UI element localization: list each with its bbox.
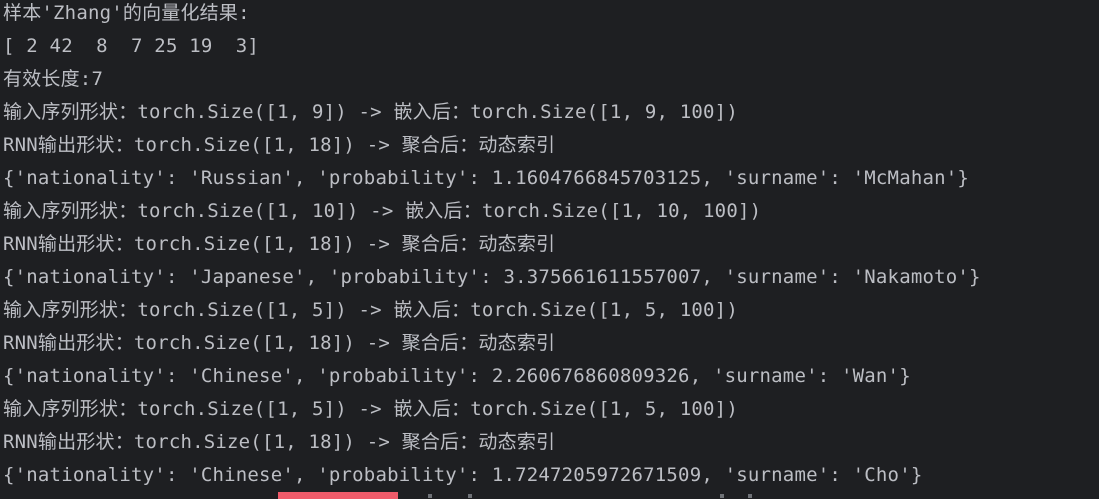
- console-line-prediction: {'nationality': 'Japanese', 'probability…: [3, 266, 981, 288]
- console-line-prediction: {'nationality': 'Russian', 'probability'…: [3, 167, 970, 189]
- console-line-prediction: {'nationality': 'Chinese', 'probability'…: [3, 365, 911, 387]
- console-line-valid-length: 有效长度:7: [3, 68, 104, 90]
- console-line-vector-array: [ 2 42 8 7 25 19 3]: [3, 35, 260, 57]
- console-line-input-shape: 输入序列形状：torch.Size([1, 10]) -> 嵌入后：torch.…: [3, 200, 762, 222]
- console-line-prediction: {'nationality': 'Chinese', 'probability'…: [3, 464, 923, 486]
- console-line-rnn-shape: RNN输出形状：torch.Size([1, 18]) -> 聚合后：动态索引: [3, 332, 556, 354]
- console-line-input-shape: 输入序列形状：torch.Size([1, 5]) -> 嵌入后：torch.S…: [3, 299, 738, 321]
- console-line-rnn-shape: RNN输出形状：torch.Size([1, 18]) -> 聚合后：动态索引: [3, 233, 556, 255]
- console-line-vectorized-title: 样本'Zhang'的向量化结果:: [3, 2, 250, 24]
- console-line-input-shape: 输入序列形状：torch.Size([1, 5]) -> 嵌入后：torch.S…: [3, 398, 738, 420]
- console-output[interactable]: 样本'Zhang'的向量化结果: [ 2 42 8 7 25 19 3] 有效长…: [0, 0, 1099, 499]
- console-line-input-shape: 输入序列形状：torch.Size([1, 9]) -> 嵌入后：torch.S…: [3, 101, 738, 123]
- partial-highlighted-line-fragment: [278, 492, 398, 499]
- console-line-rnn-shape: RNN输出形状：torch.Size([1, 18]) -> 聚合后：动态索引: [3, 134, 556, 156]
- console-line-rnn-shape: RNN输出形状：torch.Size([1, 18]) -> 聚合后：动态索引: [3, 431, 556, 453]
- partial-line-fragments: [420, 494, 780, 499]
